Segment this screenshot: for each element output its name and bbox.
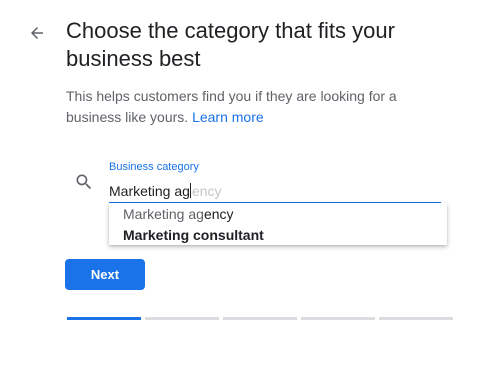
category-field-label: Business category xyxy=(109,161,199,173)
category-input-text: Marketing ag ency xyxy=(109,183,222,200)
category-step: Choose the category that fits your busin… xyxy=(0,0,501,367)
text-caret xyxy=(189,183,191,198)
step-progress-bar xyxy=(67,317,453,320)
suggestion-marketing-agency[interactable]: Marketing agency xyxy=(123,206,234,223)
progress-segment xyxy=(379,317,453,320)
next-button[interactable]: Next xyxy=(65,259,145,290)
progress-segment xyxy=(145,317,219,320)
category-input-value: Marketing ag xyxy=(109,183,190,199)
progress-segment xyxy=(223,317,297,320)
suggestion-dropdown: Marketing agency Marketing consultant xyxy=(109,203,447,245)
progress-segment xyxy=(301,317,375,320)
suggestion-rest: consultant xyxy=(193,227,264,243)
back-button[interactable] xyxy=(24,20,50,46)
arrow-back-icon xyxy=(31,27,43,39)
suggestion-marketing-consultant[interactable]: Marketing consultant xyxy=(123,227,264,244)
suggestion-rest: ency xyxy=(203,206,234,222)
category-input[interactable]: Marketing ag ency xyxy=(109,180,441,204)
learn-more-link[interactable]: Learn more xyxy=(192,109,264,125)
progress-segment xyxy=(67,317,141,320)
autocomplete-ghost-text: ency xyxy=(191,183,222,199)
suggestion-match: Marketing ag xyxy=(123,206,204,222)
suggestion-match: Marketing xyxy=(123,227,194,243)
page-title: Choose the category that fits your busin… xyxy=(66,18,395,71)
search-icon xyxy=(76,174,92,190)
intro-text: This helps customers find you if they ar… xyxy=(66,86,446,128)
